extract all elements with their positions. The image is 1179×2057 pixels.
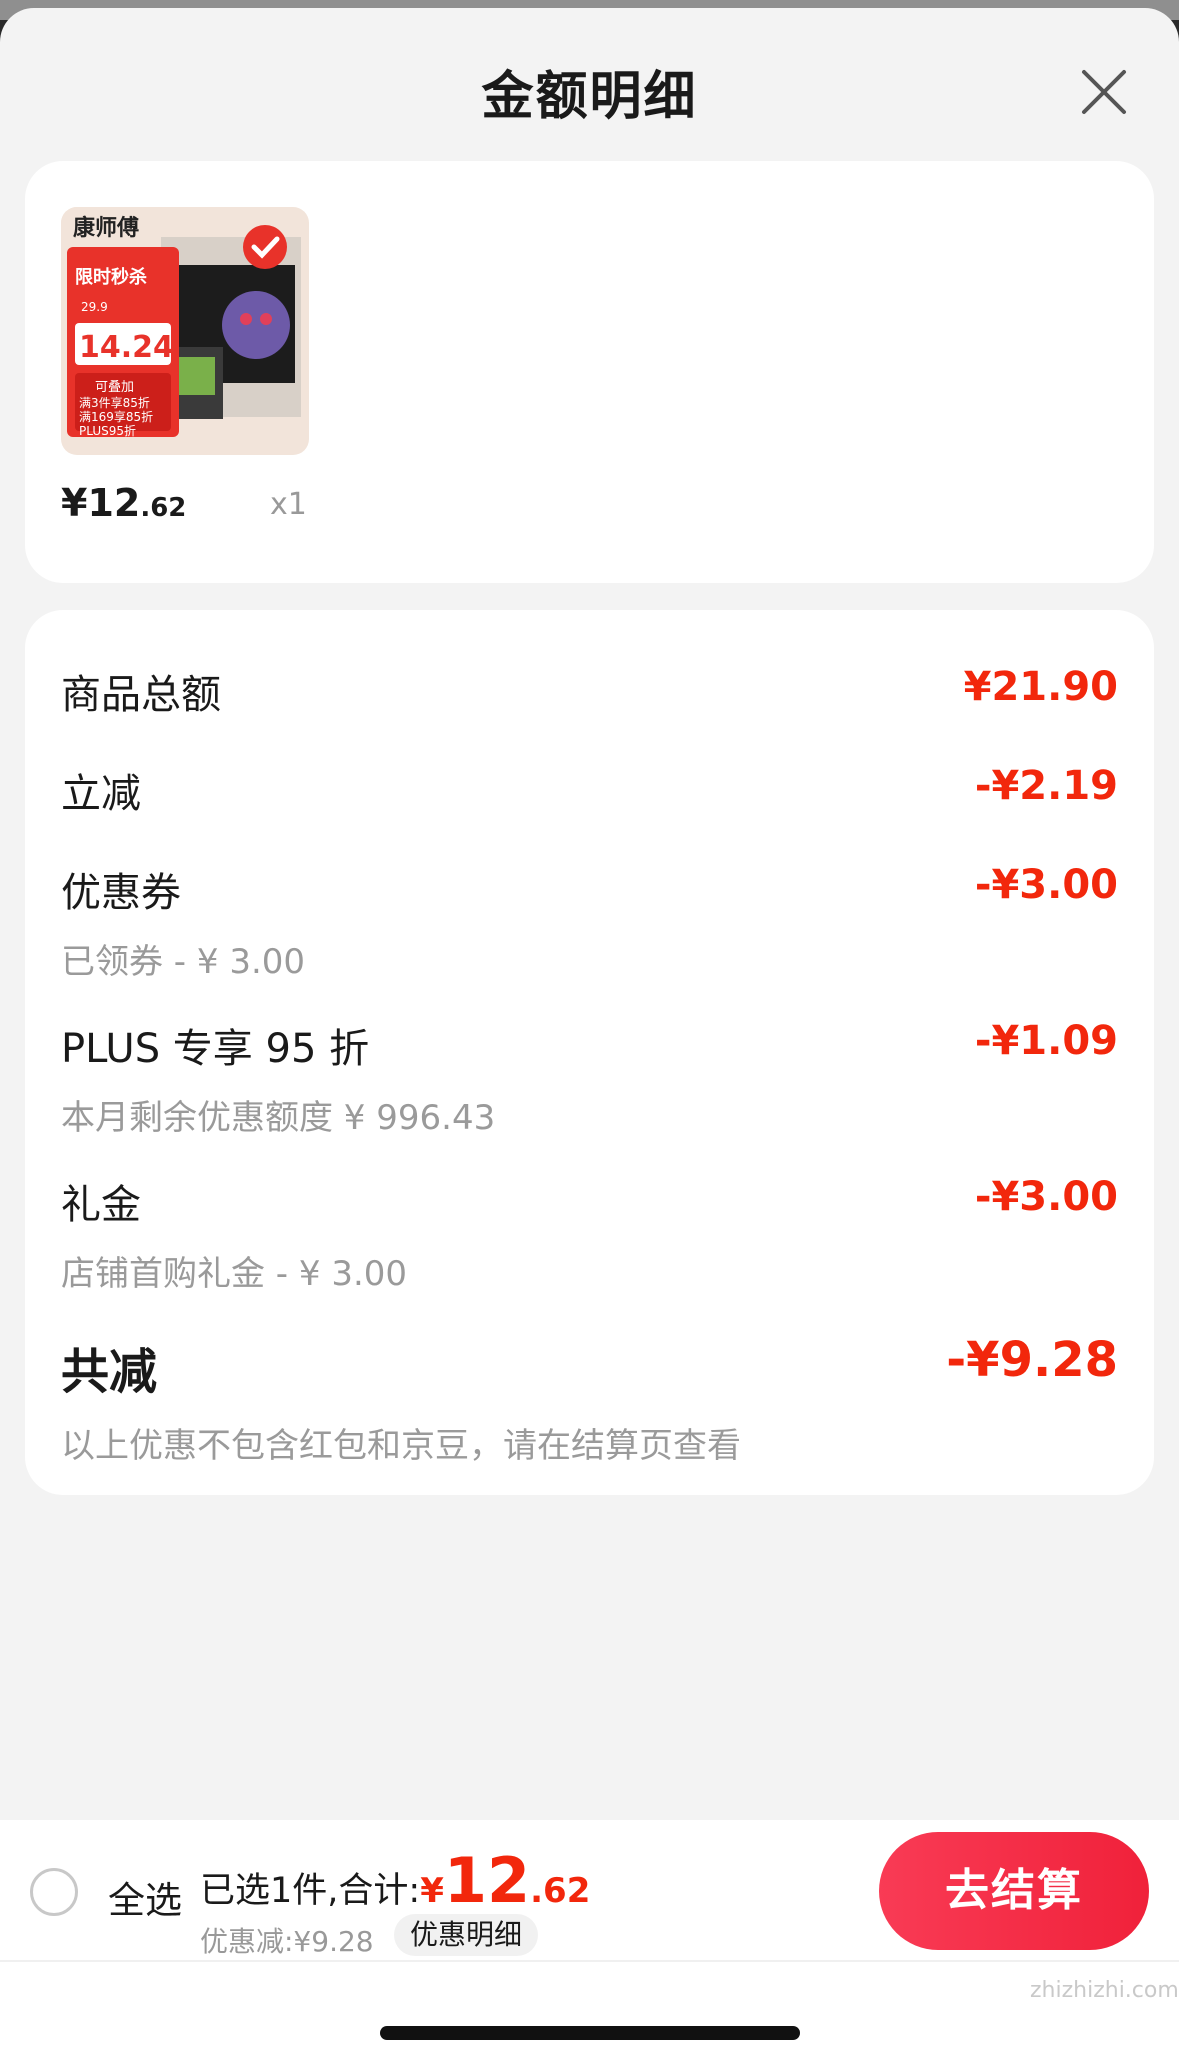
product-brand: 康师傅 bbox=[73, 215, 139, 241]
row-sub: 本月剩余优惠额度 ¥ 996.43 bbox=[61, 1098, 496, 1138]
watermark: zhizhizhi.com bbox=[1030, 1978, 1179, 2003]
total-dec: .62 bbox=[530, 1871, 591, 1911]
row-label: 商品总额 bbox=[61, 672, 221, 718]
total-value: -¥9.28 bbox=[946, 1332, 1118, 1388]
product-quantity: x1 bbox=[270, 487, 307, 522]
row-value: -¥1.09 bbox=[974, 1018, 1118, 1064]
product-price: ¥12.62 bbox=[61, 481, 186, 525]
row-sub: 已领券 - ¥ 3.00 bbox=[61, 942, 306, 982]
product-card: 康师傅 限时秒杀 29.9 14.24 可叠加 满3件享85折 满169享85折… bbox=[25, 161, 1154, 583]
select-all-checkbox[interactable] bbox=[30, 1868, 78, 1916]
row-value: -¥3.00 bbox=[974, 862, 1118, 908]
row-coupon: 优惠券 已领券 - ¥ 3.00 -¥3.00 bbox=[61, 860, 1118, 983]
select-all-label[interactable]: 全选 bbox=[108, 1870, 182, 1924]
product-orig-price: 29.9 bbox=[81, 300, 108, 314]
row-label: 立减 bbox=[61, 771, 141, 817]
discount-detail-button[interactable]: 优惠明细 bbox=[394, 1914, 539, 1956]
selection-summary: 已选1件,合计:¥12.62 bbox=[200, 1844, 590, 1917]
row-gift-money: 礼金 店铺首购礼金 - ¥ 3.00 -¥3.00 bbox=[61, 1172, 1118, 1295]
product-stack-line4: PLUS95折 bbox=[79, 423, 136, 438]
product-price-int: ¥12 bbox=[61, 481, 141, 525]
total-yen: ¥ bbox=[420, 1871, 444, 1911]
sheet-title: 金额明细 bbox=[481, 67, 698, 127]
summary-prefix: 已选1件,合计: bbox=[200, 1871, 421, 1911]
total-note: 以上优惠不包含红包和京豆，请在结算页查看 bbox=[61, 1426, 741, 1466]
row-goods-total: 商品总额 ¥21.90 bbox=[61, 662, 1118, 720]
row-label: PLUS 专享 95 折 bbox=[61, 1026, 370, 1072]
product-price-dec: .62 bbox=[140, 493, 187, 523]
product-stack-line1: 可叠加 bbox=[95, 380, 134, 395]
checkout-bar: 全选 已选1件,合计:¥12.62 优惠减:¥9.28 优惠明细 去结算 bbox=[0, 1820, 1179, 2057]
row-total-discount: 共减 以上优惠不包含红包和京豆，请在结算页查看 -¥9.28 bbox=[61, 1332, 1118, 1467]
product-image[interactable]: 康师傅 限时秒杀 29.9 14.24 可叠加 满3件享85折 满169享85折… bbox=[61, 207, 309, 455]
amount-detail-sheet: 金额明细 康师傅 限时秒杀 29.9 14.24 可叠加 满3件享85折 满16… bbox=[0, 8, 1179, 2057]
total-int: 12 bbox=[443, 1844, 531, 1917]
product-stack-line3: 满169享85折 bbox=[79, 409, 153, 424]
row-label: 礼金 bbox=[61, 1182, 141, 1228]
product-promo-tag: 限时秒杀 bbox=[75, 266, 147, 288]
row-plus-discount: PLUS 专享 95 折 本月剩余优惠额度 ¥ 996.43 -¥1.09 bbox=[61, 1016, 1118, 1139]
close-button[interactable] bbox=[1072, 60, 1136, 124]
row-label: 优惠券 bbox=[61, 870, 181, 916]
product-stack-line2: 满3件享85折 bbox=[79, 395, 150, 410]
row-sub: 店铺首购礼金 - ¥ 3.00 bbox=[61, 1254, 408, 1294]
row-value: -¥3.00 bbox=[974, 1174, 1118, 1220]
checkout-button[interactable]: 去结算 bbox=[879, 1832, 1149, 1950]
product-promo-price: 14.24 bbox=[79, 330, 174, 365]
close-icon bbox=[1082, 70, 1126, 114]
discount-amount: 优惠减:¥9.28 bbox=[200, 1925, 374, 1958]
amount-detail-card: 商品总额 ¥21.90 立减 -¥2.19 优惠券 已领券 - ¥ 3.00 -… bbox=[25, 610, 1154, 1495]
row-value: -¥2.19 bbox=[974, 763, 1118, 809]
row-instant-discount: 立减 -¥2.19 bbox=[61, 761, 1118, 819]
row-value: ¥21.90 bbox=[963, 664, 1118, 710]
divider bbox=[0, 1960, 1179, 1962]
home-indicator bbox=[380, 2026, 800, 2040]
